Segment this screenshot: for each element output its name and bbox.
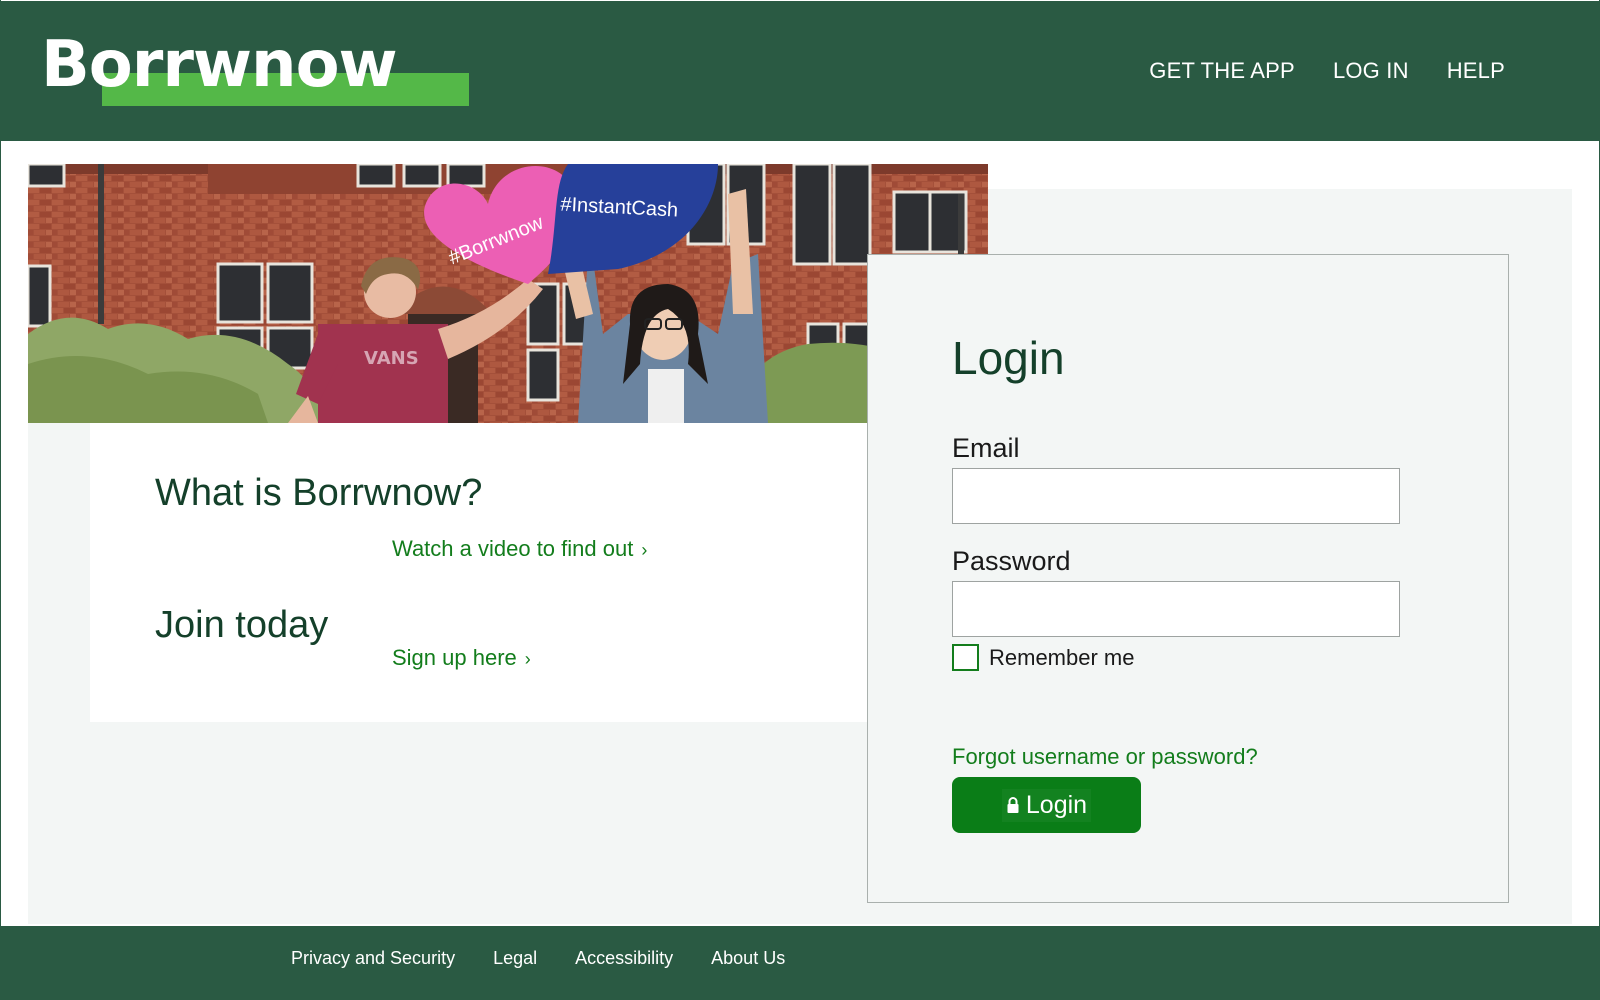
password-label: Password [952, 546, 1071, 576]
join-today-heading: Join today [155, 604, 329, 646]
footer-legal-link[interactable]: Legal [493, 948, 537, 969]
login-button[interactable]: Login [952, 777, 1141, 833]
nav-log-in[interactable]: LOG IN [1333, 58, 1409, 84]
nav-help[interactable]: HELP [1447, 58, 1505, 84]
remember-me-row: Remember me [952, 644, 1134, 671]
remember-me-checkbox[interactable] [952, 644, 979, 671]
sign-up-label: Sign up here [392, 645, 517, 670]
logo-text: Borrwnow [41, 28, 398, 102]
footer-privacy-link[interactable]: Privacy and Security [291, 948, 455, 969]
watch-video-label: Watch a video to find out [392, 536, 634, 561]
footer-about-link[interactable]: About Us [711, 948, 785, 969]
chevron-right-icon: › [641, 540, 648, 560]
logo[interactable]: Borrwnow [41, 29, 471, 109]
chevron-right-icon: › [524, 649, 531, 669]
site-header: Borrwnow GET THE APP LOG IN HELP [1, 1, 1599, 141]
login-button-label: Login [1025, 790, 1088, 819]
lock-icon [1007, 797, 1019, 813]
login-button-content: Login [1001, 788, 1092, 822]
remember-me-label[interactable]: Remember me [989, 645, 1134, 671]
login-title: Login [952, 332, 1065, 384]
password-field[interactable] [952, 581, 1400, 637]
svg-text:VANS: VANS [364, 348, 419, 369]
email-label: Email [952, 433, 1020, 463]
watch-video-link[interactable]: Watch a video to find out › [392, 536, 647, 562]
frame-left [0, 0, 1, 1000]
sign-up-link[interactable]: Sign up here › [392, 645, 531, 671]
what-is-heading: What is Borrwnow? [155, 472, 483, 514]
footer-accessibility-link[interactable]: Accessibility [575, 948, 673, 969]
hero-image: VANS #Borrwnow #InstantCash [28, 164, 988, 423]
main-nav: GET THE APP LOG IN HELP [1149, 58, 1505, 84]
nav-get-the-app[interactable]: GET THE APP [1149, 58, 1295, 84]
site-footer: Privacy and Security Legal Accessibility… [1, 926, 1599, 1000]
email-field[interactable] [952, 468, 1400, 524]
forgot-credentials-link[interactable]: Forgot username or password? [952, 744, 1258, 770]
login-card: Login Email Password Remember me Forgot … [867, 254, 1509, 903]
info-card: What is Borrwnow? Watch a video to find … [90, 423, 870, 722]
footer-links: Privacy and Security Legal Accessibility… [291, 948, 785, 969]
